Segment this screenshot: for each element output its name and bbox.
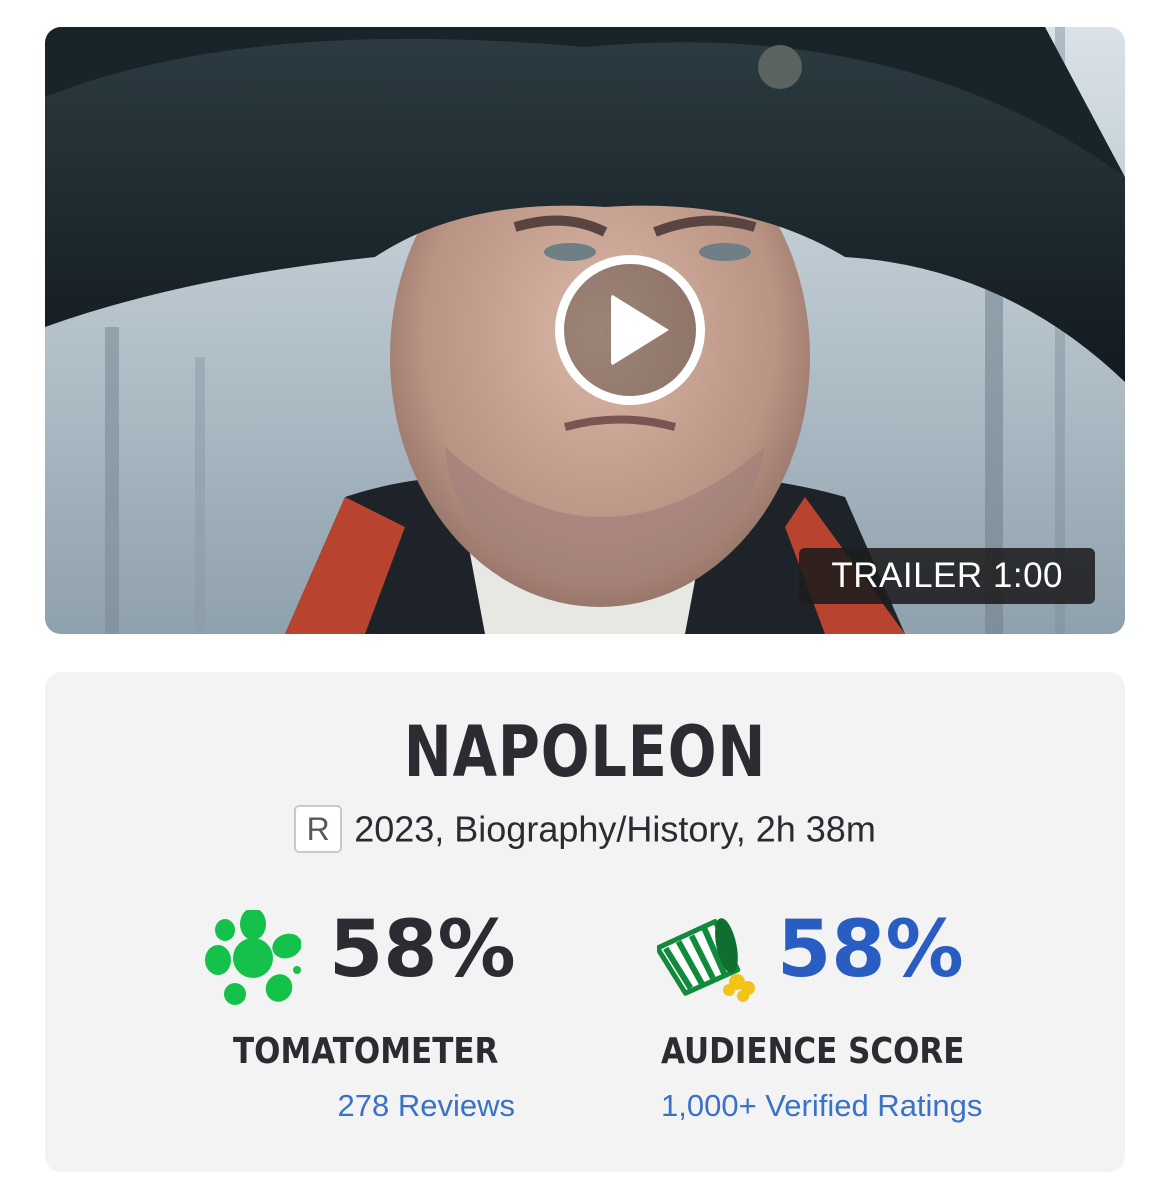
audience-score-label: AUDIENCE SCORE [661, 1031, 965, 1072]
tomatometer-score: 58% TOMATOMETER 278 Reviews [205, 900, 516, 1140]
tipped-popcorn-icon [657, 918, 755, 1002]
movie-info-card: NAPOLEON R 2023, Biography/History, 2h 38… [45, 672, 1125, 1172]
verified-ratings-link[interactable]: 1,000+ Verified Ratings [661, 1086, 982, 1126]
movie-title: NAPOLEON [403, 711, 767, 793]
tomatometer-label: TOMATOMETER [233, 1031, 499, 1072]
trailer-thumbnail[interactable]: TRAILER 1:00 [45, 27, 1125, 634]
trailer-duration-badge: TRAILER 1:00 [799, 548, 1095, 604]
play-icon [611, 294, 669, 366]
audience-score-value: 58% [777, 905, 964, 995]
mpaa-rating-badge: R [294, 805, 343, 854]
play-button[interactable] [555, 255, 705, 405]
movie-details: 2023, Biography/History, 2h 38m [354, 808, 876, 850]
green-splat-icon [205, 910, 301, 1005]
tomatometer-value: 58% [329, 905, 516, 995]
audience-score: 58% AUDIENCE SCORE 1,000+ Verified Ratin… [657, 900, 1047, 1140]
reviews-count-link[interactable]: 278 Reviews [338, 1086, 515, 1126]
movie-meta: R 2023, Biography/History, 2h 38m [45, 802, 1125, 854]
